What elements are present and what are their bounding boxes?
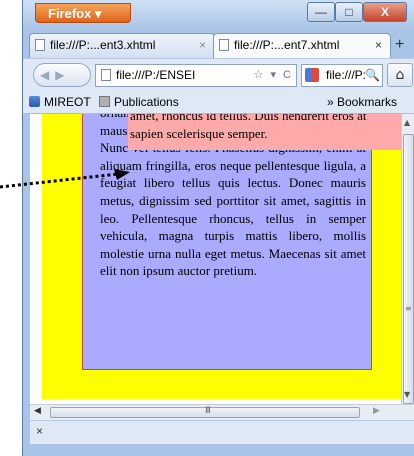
scroll-up-icon[interactable]: ▲ [404, 118, 410, 127]
annotation-arrow [0, 169, 130, 189]
tab-strip: file:///P:...ent3.xhtml × file:///P:...e… [23, 30, 414, 58]
pink-overlay-box: amet, rhoncus id tellus. Duis hendrerit … [128, 114, 401, 150]
horizontal-scrollbar[interactable]: ◀ III ▶ [30, 404, 414, 420]
close-add-on-bar-button[interactable]: × [36, 424, 43, 438]
bookmark-mireot[interactable]: MIREOT [29, 92, 91, 113]
search-value: file:///P: [326, 68, 367, 82]
navigation-toolbar: ◀▶ file:///P:/ENSEI ☆ ▾ C file:///P: 🔍 ⌂ [23, 58, 414, 92]
bookmark-label: MIREOT [44, 95, 91, 109]
document-icon [101, 69, 111, 81]
vertical-scrollbar[interactable]: ▲ ≡ ▼ [401, 114, 414, 404]
scroll-right-icon[interactable]: ▶ [373, 406, 380, 416]
tab-label: file:///P:...ent3.xhtml [50, 38, 156, 52]
search-icon[interactable]: 🔍 [365, 65, 380, 86]
page-margin [30, 114, 42, 399]
tab-close-button[interactable]: × [199, 34, 206, 56]
search-engine-icon[interactable] [305, 68, 319, 82]
browser-window: Firefox ▾ — □ X file:///P:...ent3.xhtml … [22, 0, 414, 456]
url-bar[interactable]: file:///P:/ENSEI ☆ ▾ C [95, 64, 297, 87]
tab-close-button[interactable]: × [375, 34, 382, 56]
search-box[interactable]: file:///P: 🔍 [301, 64, 383, 87]
page-viewport: ornamet, rhoncus id tellus. Duis hendrer… [30, 114, 401, 404]
bookmark-publications[interactable]: Publications [99, 92, 179, 113]
add-on-bar: × [30, 420, 414, 444]
scroll-grip-icon: ≡ [405, 304, 412, 313]
bookmarks-toolbar: MIREOT Publications » Bookmarks [23, 92, 414, 114]
folder-icon [99, 96, 110, 107]
firefox-menu-button[interactable]: Firefox ▾ [35, 3, 131, 23]
tab-label: file:///P:...ent7.xhtml [234, 38, 340, 52]
tab-ent7[interactable]: file:///P:...ent7.xhtml × [213, 33, 391, 58]
bookmarks-overflow[interactable]: » Bookmarks [327, 92, 397, 113]
document-icon [219, 39, 229, 51]
scroll-grip-icon: III [205, 406, 211, 416]
minimize-button[interactable]: — [307, 2, 335, 22]
vertical-scroll-thumb[interactable] [403, 134, 414, 404]
bookmark-label: Publications [114, 95, 179, 109]
maximize-button[interactable]: □ [335, 2, 363, 22]
back-forward-button[interactable]: ◀▶ [33, 63, 91, 87]
scroll-left-icon[interactable]: ◀ [34, 406, 41, 416]
purple-text-box: ornamet, rhoncus id tellus. Duis hendrer… [82, 114, 372, 370]
scroll-down-icon[interactable]: ▼ [404, 390, 410, 399]
document-icon [35, 39, 45, 51]
home-button[interactable]: ⌂ [387, 63, 413, 87]
home-icon [29, 96, 40, 107]
tab-ent3[interactable]: file:///P:...ent3.xhtml × [29, 33, 215, 58]
url-value: file:///P:/ENSEI [116, 68, 196, 82]
arrow-head [114, 169, 130, 180]
close-window-button[interactable]: X [363, 2, 407, 22]
title-bar: Firefox ▾ — □ X [23, 0, 414, 30]
new-tab-button[interactable]: + [395, 36, 404, 54]
arrow-line [0, 172, 119, 189]
url-bar-controls[interactable]: ☆ ▾ C [234, 65, 296, 86]
